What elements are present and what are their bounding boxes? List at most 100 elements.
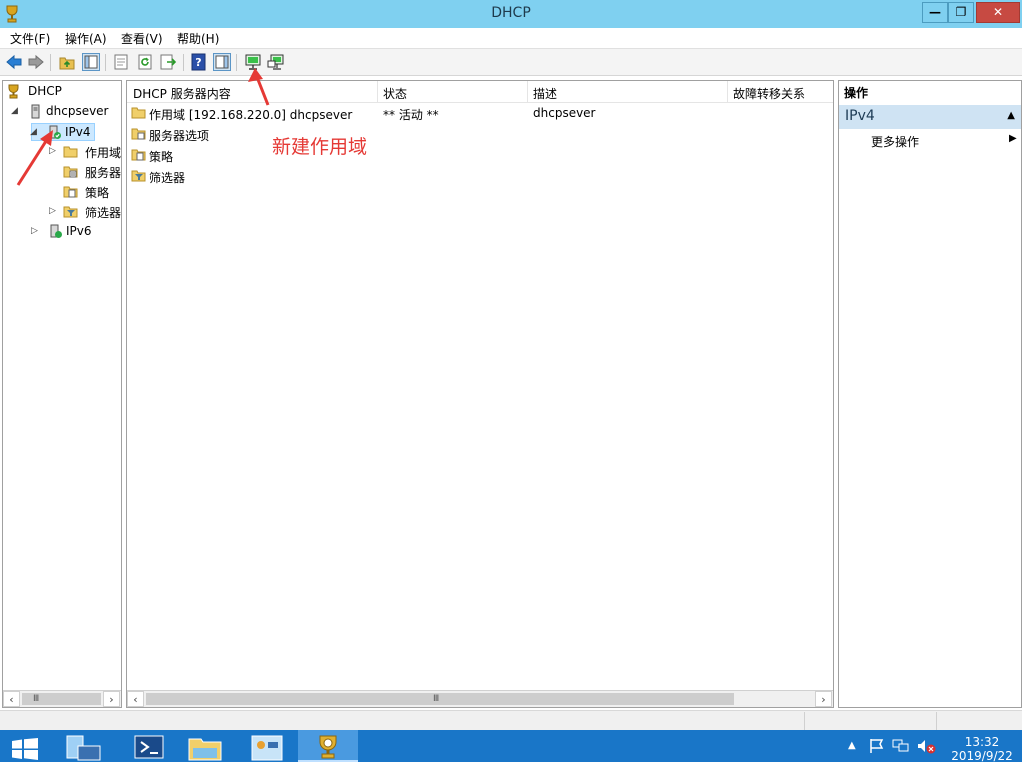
list-item-scope[interactable]: 作用域 [192.168.220.0] dhcpsever ** 活动 ** d… [131,103,831,123]
taskbar-dhcp-button[interactable] [298,730,358,762]
toolbar-separator [236,54,237,71]
list-item-name: 服务器选项 [149,129,210,143]
toolbar: ? [0,48,1022,76]
list-header: DHCP 服务器内容 状态 描述 故障转移关系 [127,81,833,103]
server-icon [31,104,40,119]
actions-section-ipv4[interactable]: IPv4 ▲ [839,105,1021,129]
help-icon[interactable]: ? [190,53,208,71]
tree-label: 作用域 [85,146,122,160]
column-header-description[interactable]: 描述 [533,85,557,102]
scroll-right-icon[interactable]: › [103,691,120,707]
list-item-name: 作用域 [192.168.220.0] dhcpsever [149,108,353,122]
status-segment [804,712,936,730]
up-folder-icon[interactable] [58,53,76,71]
policy-icon [131,149,146,161]
dhcp-icon [319,735,337,759]
back-icon[interactable] [5,53,23,71]
tree-label: DHCP [28,84,62,98]
clock-date: 2019/9/22 [951,749,1013,762]
scroll-right-icon[interactable]: › [815,691,832,707]
maximize-button[interactable]: ❐ [948,2,974,23]
show-hide-action-pane-icon[interactable] [213,53,231,71]
tree-horizontal-scrollbar[interactable]: ‹ Ⅲ › [3,690,121,707]
toolbar-separator [183,54,184,71]
collapsed-icon[interactable]: ▷ [49,206,56,216]
ipv6-icon [50,224,62,238]
show-hide-tree-icon[interactable] [82,53,100,71]
export-list-icon[interactable] [159,53,177,71]
list-horizontal-scrollbar[interactable]: ‹ Ⅲ › [127,690,833,707]
scroll-grip-icon: Ⅲ [33,694,40,704]
filter-icon [63,206,78,218]
refresh-icon[interactable] [136,53,154,71]
list-item-name: 策略 [149,150,174,164]
menu-file[interactable]: 文件(F) [10,30,50,47]
column-divider[interactable] [727,81,728,103]
menu-action[interactable]: 操作(A) [65,30,107,47]
column-header-content[interactable]: DHCP 服务器内容 [133,85,231,102]
start-windows-icon[interactable] [12,738,38,760]
list-item-name: 筛选器 [149,171,186,185]
expanded-icon[interactable]: ◢ [11,106,18,116]
list-item-server-options[interactable]: 服务器选项 [131,124,831,144]
actions-pane: 操作 IPv4 ▲ 更多操作 ▶ [838,80,1022,708]
menu-view[interactable]: 查看(V) [121,30,163,47]
tray-expand-icon[interactable]: ▲ [848,740,856,762]
tree-label: dhcpsever [46,104,109,118]
tree-item-ipv4[interactable]: ◢ IPv4 [30,123,95,141]
annotation-label: 新建作用域 [272,136,368,158]
menu-help[interactable]: 帮助(H) [177,30,219,47]
tree-label: IPv6 [66,224,92,238]
folder-icon [131,107,146,119]
console-tree[interactable]: DHCP ◢ dhcpsever ◢ IPv4 ▷ 作用域 服务器 策略 ▷ 筛… [2,80,122,708]
actions-section-label: IPv4 [845,108,875,124]
collapsed-icon[interactable]: ▷ [31,226,38,236]
new-scope-icon[interactable] [244,53,262,71]
column-header-status[interactable]: 状态 [383,85,407,102]
minimize-button[interactable]: — [922,2,948,23]
taskbar-clock[interactable]: 13:32 2019/9/22 [944,735,1020,762]
title-bar[interactable]: DHCP — ❐ ✕ [0,0,1022,28]
tree-label: 筛选器 [85,206,122,220]
volume-muted-icon[interactable] [916,738,936,754]
forward-icon[interactable] [27,53,45,71]
close-icon: ✕ [992,5,1004,19]
column-header-failover[interactable]: 故障转移关系 [733,85,805,102]
list-item-status: ** 活动 ** [383,108,439,122]
scroll-thumb[interactable] [146,693,734,705]
scroll-grip-icon: Ⅲ [433,694,440,704]
properties-icon[interactable] [112,53,130,71]
server-options-icon [63,166,78,178]
action-center-flag-icon[interactable] [868,738,886,754]
toolbar-separator [105,54,106,71]
more-actions-item[interactable]: 更多操作 [871,133,919,150]
result-pane[interactable]: DHCP 服务器内容 状态 描述 故障转移关系 作用域 [192.168.220… [126,80,834,708]
close-button[interactable]: ✕ [976,2,1020,23]
scroll-left-icon[interactable]: ‹ [127,691,144,707]
toolbar-separator [50,54,51,71]
list-item-policies[interactable]: 策略 [131,145,831,165]
tree-label: 策略 [85,186,110,200]
network-icon[interactable] [892,738,910,754]
server-options-icon [131,128,146,140]
menu-bar: 文件(F) 操作(A) 查看(V) 帮助(H) [0,28,1022,48]
collapse-up-icon[interactable]: ▲ [1007,110,1015,121]
dhcp-icon [8,84,19,99]
control-panel-icon[interactable] [244,730,290,762]
collapsed-icon[interactable]: ▷ [49,146,56,156]
column-divider[interactable] [377,81,378,103]
filter-icon [131,170,146,182]
scroll-left-icon[interactable]: ‹ [3,691,20,707]
policy-icon [63,186,78,198]
server-icon[interactable] [267,53,285,71]
powershell-icon[interactable] [126,730,172,762]
file-explorer-icon[interactable] [182,730,228,762]
server-manager-icon[interactable] [62,730,108,762]
expanded-icon[interactable]: ◢ [30,127,37,137]
status-segment [936,712,1022,730]
column-divider[interactable] [527,81,528,103]
clock-time: 13:32 [964,735,1000,749]
list-item-filters[interactable]: 筛选器 [131,166,831,186]
submenu-arrow-icon[interactable]: ▶ [1009,133,1017,144]
folder-icon [63,146,78,158]
